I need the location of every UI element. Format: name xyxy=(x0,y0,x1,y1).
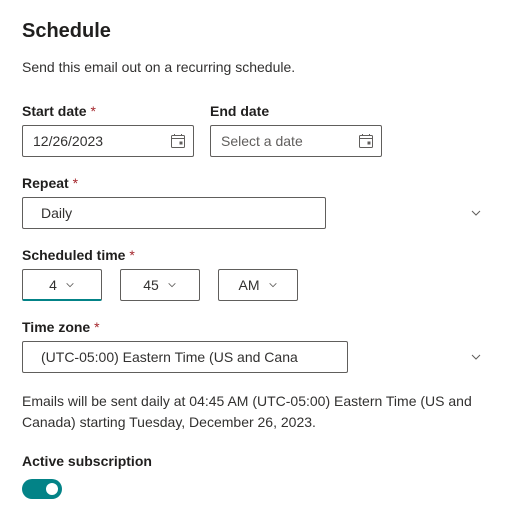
minute-value: 45 xyxy=(143,277,159,293)
end-date-input[interactable] xyxy=(210,125,382,157)
toggle-thumb xyxy=(46,483,58,495)
repeat-value: Daily xyxy=(41,205,72,221)
start-date-label-text: Start date xyxy=(22,103,87,119)
page-title: Schedule xyxy=(22,20,492,43)
ampm-value: AM xyxy=(239,277,260,293)
chevron-down-icon xyxy=(167,280,177,290)
required-asterisk: * xyxy=(90,103,95,119)
required-asterisk: * xyxy=(129,247,134,263)
chevron-down-icon xyxy=(470,207,482,219)
chevron-down-icon xyxy=(268,280,278,290)
scheduled-time-label: Scheduled time * xyxy=(22,247,492,263)
minute-select[interactable]: 45 xyxy=(120,269,200,301)
hour-value: 4 xyxy=(49,277,57,293)
required-asterisk: * xyxy=(73,175,78,191)
chevron-down-icon xyxy=(470,351,482,363)
repeat-label-text: Repeat xyxy=(22,175,69,191)
hour-select[interactable]: 4 xyxy=(22,269,102,301)
start-date-input[interactable] xyxy=(22,125,194,157)
start-date-label: Start date * xyxy=(22,103,194,119)
active-subscription-label: Active subscription xyxy=(22,453,492,469)
required-asterisk: * xyxy=(94,319,99,335)
active-subscription-toggle[interactable] xyxy=(22,479,62,499)
scheduled-time-label-text: Scheduled time xyxy=(22,247,125,263)
ampm-select[interactable]: AM xyxy=(218,269,298,301)
repeat-label: Repeat * xyxy=(22,175,492,191)
chevron-down-icon xyxy=(65,280,75,290)
timezone-label-text: Time zone xyxy=(22,319,90,335)
schedule-summary: Emails will be sent daily at 04:45 AM (U… xyxy=(22,391,492,433)
page-description: Send this email out on a recurring sched… xyxy=(22,59,492,75)
repeat-select[interactable]: Daily xyxy=(22,197,326,229)
end-date-label: End date xyxy=(210,103,382,119)
timezone-label: Time zone * xyxy=(22,319,492,335)
timezone-value: (UTC-05:00) Eastern Time (US and Cana xyxy=(41,349,298,365)
timezone-select[interactable]: (UTC-05:00) Eastern Time (US and Cana xyxy=(22,341,348,373)
